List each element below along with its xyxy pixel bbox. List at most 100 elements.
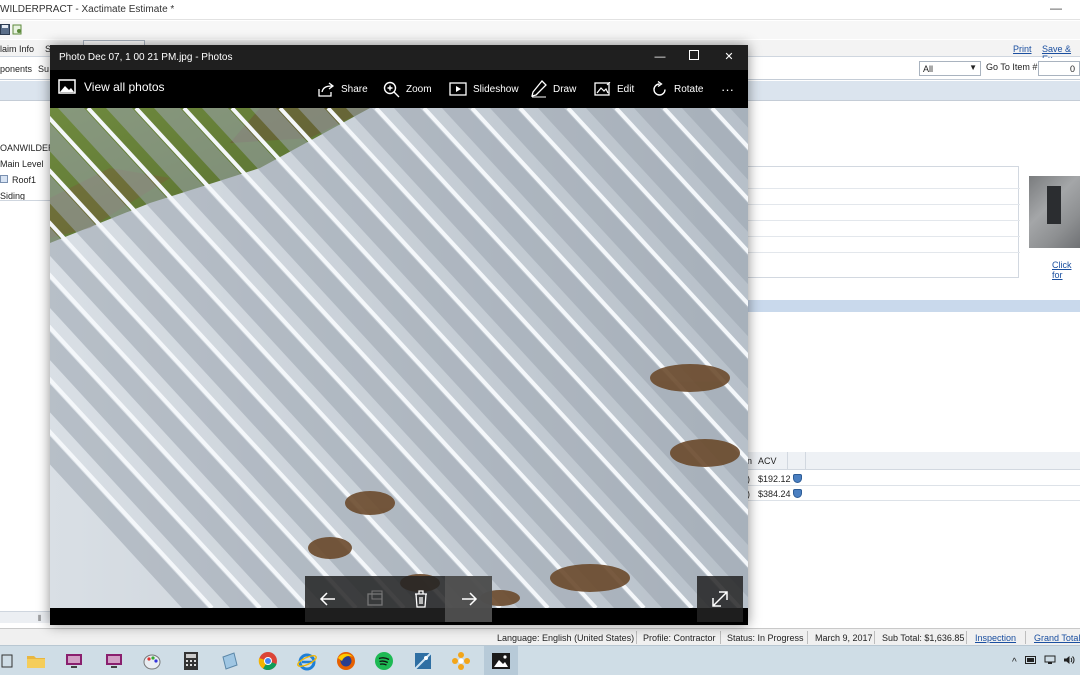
pen-icon: [531, 80, 547, 98]
previous-arrow-icon[interactable]: [317, 588, 339, 610]
sticky-app-icon[interactable]: [220, 651, 240, 671]
trash-icon[interactable]: [410, 588, 432, 610]
status-subtotal: Sub Total: $1,636.85: [882, 633, 965, 643]
inspection-link[interactable]: Inspection: [975, 633, 1016, 643]
view-all-label: View all photos: [84, 79, 165, 94]
zoom-button[interactable]: Zoom: [383, 79, 432, 99]
photos-titlebar: Photo Dec 07, 1 00 21 PM.jpg - Photos — …: [50, 45, 748, 70]
tree-scrollbar[interactable]: ⦀: [0, 611, 52, 623]
thumbnail-detail: [1047, 186, 1061, 224]
tree-room[interactable]: Roof1: [12, 175, 36, 185]
task-view-icon[interactable]: [0, 651, 14, 671]
row-acv: $384.24: [758, 489, 791, 499]
grid-row: [748, 236, 1020, 237]
grand-total-link[interactable]: Grand Total: [1034, 633, 1080, 643]
status-separator: [874, 631, 875, 644]
status-separator: [1025, 631, 1026, 644]
status-date: March 9, 2017: [815, 633, 873, 643]
corrugated-roof-image: [50, 108, 748, 608]
slideshow-stop-icon[interactable]: [364, 588, 386, 610]
tray-chevron-icon[interactable]: ^: [1012, 657, 1017, 668]
internet-explorer-icon[interactable]: [297, 651, 317, 671]
system-tray[interactable]: ^: [1012, 655, 1075, 668]
quick-access-toolbar: [0, 21, 1080, 39]
column-separator: [787, 452, 788, 470]
xactimate-icon[interactable]: [451, 651, 471, 671]
more-options-button[interactable]: ···: [721, 79, 734, 99]
calculator-icon[interactable]: [181, 651, 201, 671]
shield-icon: [793, 489, 802, 498]
edit-icon: [594, 81, 611, 96]
firefox-icon[interactable]: [336, 651, 356, 671]
view-all-photos-button[interactable]: View all photos: [58, 79, 165, 94]
remote-desktop-icon-2[interactable]: [104, 651, 124, 671]
column-separator: [805, 452, 806, 470]
maximize-button[interactable]: [687, 50, 701, 64]
photo-gallery-icon: [58, 79, 76, 94]
tree-level[interactable]: Main Level: [0, 159, 44, 169]
zoom-label: Zoom: [406, 83, 432, 95]
filter-select[interactable]: All ▼: [919, 61, 981, 76]
photos-title: Photo Dec 07, 1 00 21 PM.jpg - Photos: [59, 52, 233, 63]
components-tab[interactable]: ponents: [0, 64, 32, 74]
windows-taskbar: ^: [0, 645, 1080, 675]
grid-row: [748, 252, 1020, 253]
status-separator: [720, 631, 721, 644]
battery-icon[interactable]: [1025, 655, 1037, 665]
network-icon[interactable]: [1044, 655, 1056, 665]
chrome-icon[interactable]: [258, 651, 278, 671]
paint-3d-icon[interactable]: [413, 651, 433, 671]
goto-item-input[interactable]: 0: [1038, 61, 1080, 76]
status-state: Status: In Progress: [727, 633, 804, 643]
remote-desktop-icon[interactable]: [64, 651, 84, 671]
column-header-acv: ACV: [758, 456, 777, 466]
filter-select-value: All: [923, 64, 934, 74]
paint-icon[interactable]: [142, 651, 162, 671]
tree-project[interactable]: OANWILDER: [0, 143, 55, 153]
line-items-table: n ACV ) $192.12 ) $384.24: [747, 452, 1080, 516]
click-for-link[interactable]: Click for: [1052, 260, 1080, 280]
edit-button[interactable]: Edit: [594, 79, 634, 99]
print-preview-icon[interactable]: [12, 24, 22, 35]
close-button[interactable]: ✕: [722, 50, 736, 64]
navigation-controls: [305, 576, 492, 622]
share-label: Share: [341, 83, 368, 95]
share-button[interactable]: Share: [318, 79, 368, 99]
status-profile: Profile: Contractor: [643, 633, 716, 643]
volume-icon[interactable]: [1063, 655, 1075, 665]
table-row[interactable]: ) $384.24: [747, 486, 1080, 501]
rotate-icon: [653, 80, 666, 96]
window-title: WILDERPRACT - Xactimate Estimate *: [0, 4, 175, 15]
status-separator: [807, 631, 808, 644]
slideshow-button[interactable]: Slideshow: [449, 79, 519, 99]
row-acv: $192.12: [758, 474, 791, 484]
menu-claim-info[interactable]: laim Info: [0, 44, 34, 54]
roof-photo: [50, 108, 748, 608]
photos-app-icon[interactable]: [491, 651, 511, 671]
shield-icon: [793, 474, 802, 483]
spotify-icon[interactable]: [374, 651, 394, 671]
panel-divider: [747, 300, 1080, 312]
rotate-button[interactable]: Rotate: [651, 79, 703, 99]
photo-thumbnail[interactable]: [1029, 176, 1080, 248]
share-icon: [318, 81, 335, 97]
grid-row: [748, 204, 1020, 205]
goto-item-label: Go To Item #:: [986, 62, 1040, 72]
photos-window: Photo Dec 07, 1 00 21 PM.jpg - Photos — …: [50, 45, 748, 625]
draw-button[interactable]: Draw: [531, 79, 576, 99]
status-separator: [966, 631, 967, 644]
xactimate-titlebar: WILDERPRACT - Xactimate Estimate * —: [0, 0, 1080, 20]
sup-tab[interactable]: Su: [38, 64, 49, 74]
save-icon[interactable]: [0, 24, 10, 35]
minimize-button[interactable]: —: [653, 50, 667, 64]
status-bar: Language: English (United States) Profil…: [0, 628, 1080, 645]
expand-icon: [712, 591, 728, 607]
print-link[interactable]: Print: [1013, 44, 1032, 54]
next-arrow-icon[interactable]: [458, 588, 480, 610]
table-row[interactable]: ) $192.12: [747, 471, 1080, 486]
grid-row: [748, 188, 1020, 189]
file-explorer-icon[interactable]: [26, 651, 46, 671]
fullscreen-button[interactable]: [697, 576, 743, 622]
minimize-button[interactable]: —: [1050, 1, 1062, 15]
room-icon: [0, 175, 8, 183]
